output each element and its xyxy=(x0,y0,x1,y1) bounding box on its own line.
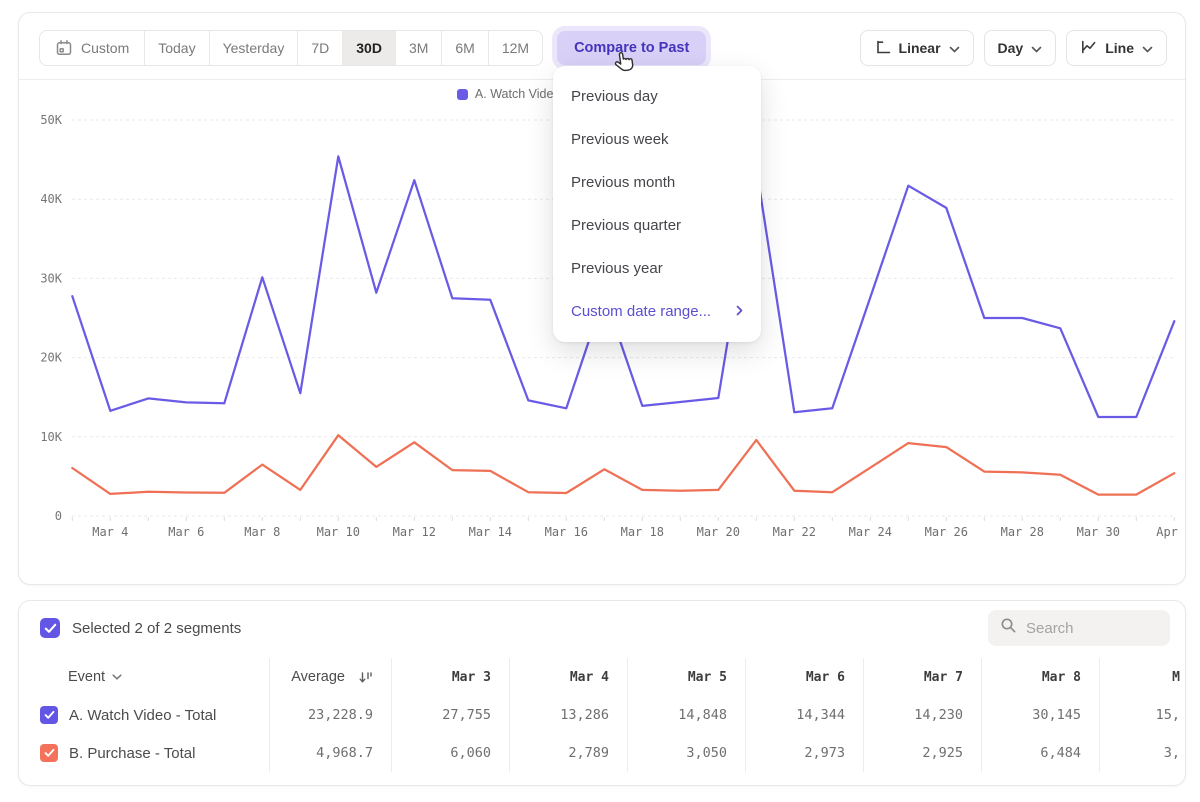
sort-icon xyxy=(359,671,373,684)
x-axis-label: Apr 1 xyxy=(1156,525,1185,539)
x-axis-label: Mar 4 xyxy=(92,525,128,539)
search-box[interactable] xyxy=(988,610,1170,646)
check-icon xyxy=(44,710,55,720)
menu-item-label: Previous week xyxy=(571,131,669,148)
metric-value-cell: 13,286 xyxy=(509,696,627,734)
metric-value-cell: 6,484 xyxy=(981,734,1099,772)
metric-value-cell: 14,344 xyxy=(745,696,863,734)
x-axis-label: Mar 12 xyxy=(393,525,436,539)
table-header-date: Mar 5 xyxy=(627,658,745,696)
x-axis-label: Mar 10 xyxy=(317,525,360,539)
y-axis-label: 0 xyxy=(55,509,62,523)
menu-item-previous-quarter[interactable]: Previous quarter xyxy=(553,204,761,247)
metric-value-cell: 14,848 xyxy=(627,696,745,734)
series-line[interactable] xyxy=(72,435,1174,494)
check-icon xyxy=(44,748,55,758)
menu-item-custom-date-range[interactable]: Custom date range... xyxy=(553,290,761,333)
table-header-date: Mar 3 xyxy=(391,658,509,696)
select-all-checkbox[interactable] xyxy=(40,618,60,638)
metric-value-cell: 14,230 xyxy=(863,696,981,734)
menu-item-label: Previous year xyxy=(571,260,663,277)
average-value-cell: 4,968.7 xyxy=(269,734,391,772)
segments-panel: Selected 2 of 2 segments Event Average Mar… xyxy=(18,600,1186,786)
chevron-right-icon xyxy=(736,303,743,320)
segment-row-label-cell: A. Watch Video - Total xyxy=(19,696,269,734)
segment-label: A. Watch Video - Total xyxy=(69,707,216,724)
metric-value-cell: 27,755 xyxy=(391,696,509,734)
segment-row-label-cell: B. Purchase - Total xyxy=(19,734,269,772)
x-axis-label: Mar 20 xyxy=(697,525,740,539)
metric-value-cell-clipped: 15, xyxy=(1099,696,1183,734)
x-axis-label: Mar 8 xyxy=(244,525,280,539)
x-axis-label: Mar 18 xyxy=(621,525,664,539)
search-input[interactable] xyxy=(1026,620,1158,637)
table-header-date: Mar 4 xyxy=(509,658,627,696)
table-header-date: Mar 6 xyxy=(745,658,863,696)
metric-value-cell: 6,060 xyxy=(391,734,509,772)
table-header-date-clipped: M xyxy=(1099,658,1183,696)
check-icon xyxy=(44,623,57,634)
menu-item-label: Previous month xyxy=(571,174,675,191)
menu-item-previous-week[interactable]: Previous week xyxy=(553,118,761,161)
segments-header: Selected 2 of 2 segments xyxy=(40,610,1170,646)
y-axis-label: 50K xyxy=(40,113,62,127)
table-header-average[interactable]: Average xyxy=(269,658,391,696)
x-axis-label: Mar 6 xyxy=(168,525,204,539)
table-header-event[interactable]: Event xyxy=(19,658,269,696)
menu-item-previous-year[interactable]: Previous year xyxy=(553,247,761,290)
metric-value-cell: 2,925 xyxy=(863,734,981,772)
x-axis-label: Mar 26 xyxy=(925,525,968,539)
menu-item-label: Custom date range... xyxy=(571,303,711,320)
y-axis-label: 10K xyxy=(40,430,62,444)
x-axis-label: Mar 22 xyxy=(773,525,816,539)
segments-table: Event Average Mar 3Mar 4Mar 5Mar 6Mar 7Mar… xyxy=(19,658,1183,772)
metric-value-cell: 2,789 xyxy=(509,734,627,772)
y-axis-label: 30K xyxy=(40,271,62,285)
menu-item-previous-month[interactable]: Previous month xyxy=(553,161,761,204)
x-axis-label: Mar 24 xyxy=(849,525,892,539)
menu-item-previous-day[interactable]: Previous day xyxy=(553,75,761,118)
average-header-label: Average xyxy=(291,669,345,685)
segment-checkbox[interactable] xyxy=(40,706,58,724)
metric-value-cell: 2,973 xyxy=(745,734,863,772)
average-value-cell: 23,228.9 xyxy=(269,696,391,734)
segment-label: B. Purchase - Total xyxy=(69,745,195,762)
menu-item-label: Previous quarter xyxy=(571,217,681,234)
x-axis-label: Mar 16 xyxy=(545,525,588,539)
x-axis-label: Mar 30 xyxy=(1077,525,1120,539)
metric-value-cell: 3,050 xyxy=(627,734,745,772)
chevron-down-icon xyxy=(112,674,122,680)
segment-checkbox[interactable] xyxy=(40,744,58,762)
table-header-date: Mar 7 xyxy=(863,658,981,696)
x-axis-label: Mar 28 xyxy=(1001,525,1044,539)
table-header-date: Mar 8 xyxy=(981,658,1099,696)
metric-value-cell: 30,145 xyxy=(981,696,1099,734)
event-header-label: Event xyxy=(68,669,105,685)
hand-cursor-icon xyxy=(609,48,638,77)
menu-item-label: Previous day xyxy=(571,88,658,105)
compare-to-past-menu: Previous day Previous week Previous month P… xyxy=(553,66,761,342)
x-axis-label: Mar 14 xyxy=(469,525,512,539)
segments-summary: Selected 2 of 2 segments xyxy=(72,620,241,637)
search-icon xyxy=(1000,617,1017,639)
y-axis-label: 20K xyxy=(40,351,62,365)
metric-value-cell-clipped: 3, xyxy=(1099,734,1183,772)
y-axis-label: 40K xyxy=(40,192,62,206)
